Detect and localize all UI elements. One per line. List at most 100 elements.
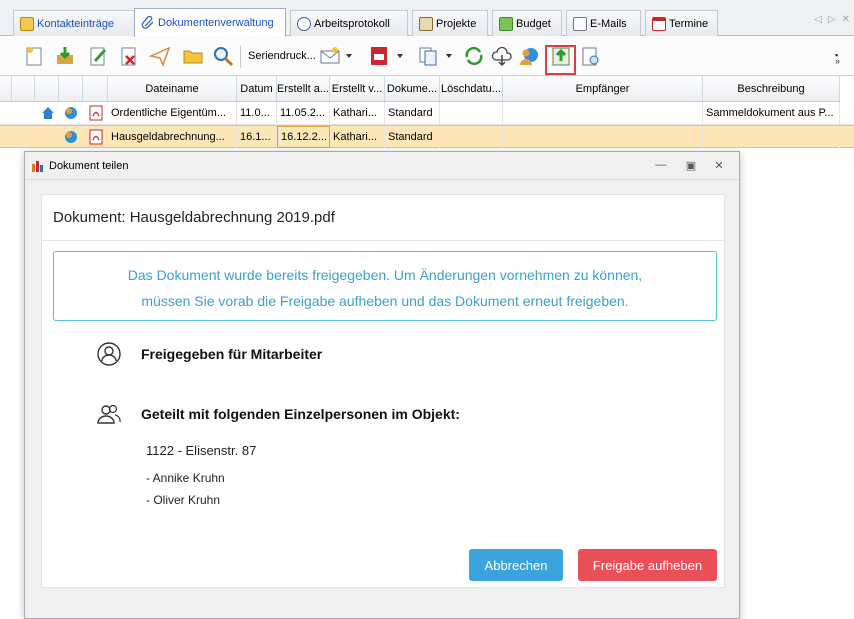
cell-dokumenttyp: Standard xyxy=(385,102,440,124)
cell-dateiname: Ordentliche Eigentüm... xyxy=(108,102,237,124)
delete-icon xyxy=(121,47,136,66)
paper-plane-icon xyxy=(149,46,171,67)
column-header-datum[interactable]: Datum xyxy=(237,76,277,102)
alert-line-1: Das Dokument wurde bereits freigegeben. … xyxy=(127,267,643,283)
projects-icon xyxy=(419,16,433,31)
cell-erstellt-am-focused[interactable]: 16.12.2... xyxy=(277,126,330,148)
users-icon xyxy=(97,404,121,424)
scroll-right-icon[interactable]: ▷ xyxy=(828,14,836,25)
contacts-icon xyxy=(20,16,34,31)
cell-erstellt-am: 11.05.2... xyxy=(277,102,330,124)
column-header-loeschdatum[interactable]: Löschdatu... xyxy=(440,76,503,102)
pdf-icon xyxy=(371,47,387,65)
revoke-share-button[interactable]: Freigabe aufheben xyxy=(578,549,717,581)
document-settings-icon xyxy=(582,47,599,66)
delete-document-button[interactable] xyxy=(117,44,141,68)
shared-globe-icon xyxy=(63,129,79,145)
column-header-erstellt-von[interactable]: Erstellt v... xyxy=(330,76,385,102)
cell-dokumenttyp: Standard xyxy=(385,126,440,148)
column-header-erstellt-am[interactable]: Erstellt a... xyxy=(277,76,330,102)
column-header-empfaenger[interactable]: Empfänger xyxy=(503,76,703,102)
close-tab-icon[interactable]: ✕ xyxy=(842,14,850,25)
budget-icon xyxy=(499,16,513,31)
cell-empfaenger xyxy=(503,102,703,124)
grid-header-icon-1 xyxy=(12,76,35,102)
cell-datum: 11.0... xyxy=(237,102,277,124)
users-globe-icon xyxy=(520,48,538,65)
cancel-button[interactable]: Abbrechen xyxy=(469,549,563,581)
mail-icon xyxy=(573,16,587,31)
serial-mail-button[interactable] xyxy=(318,44,342,68)
search-icon xyxy=(214,47,234,67)
copy-dropdown-arrow[interactable] xyxy=(446,54,452,58)
cell-dateiname: Hausgeldabrechnung... xyxy=(108,126,237,148)
tab-arbeitsprotokoll[interactable]: Arbeitsprotokoll xyxy=(290,10,408,36)
document-toolbar: Seriendruck... ▪» xyxy=(0,36,854,76)
shared-globe-icon xyxy=(63,105,79,121)
tab-projekte[interactable]: Projekte xyxy=(412,10,488,36)
copy-icon xyxy=(419,47,437,66)
import-document-button[interactable] xyxy=(53,44,77,68)
tab-kontakteintraege[interactable]: Kontakteinträge xyxy=(13,10,138,36)
clock-icon xyxy=(297,16,311,31)
app-logo-icon xyxy=(32,161,43,172)
cell-loeschdatum xyxy=(440,102,503,124)
cell-beschreibung: Sammeldokument aus P... xyxy=(703,102,840,124)
tab-budget[interactable]: Budget xyxy=(492,10,562,36)
copy-document-button[interactable] xyxy=(416,44,440,68)
cloud-download-button[interactable] xyxy=(490,44,514,68)
cell-loeschdatum xyxy=(440,126,503,148)
document-properties-button[interactable] xyxy=(578,44,602,68)
edit-document-button[interactable] xyxy=(86,44,110,68)
person-item: - Oliver Kruhn xyxy=(146,493,221,507)
close-icon[interactable]: ✕ xyxy=(712,158,726,172)
column-header-dokumenttyp[interactable]: Dokume... xyxy=(385,76,440,102)
person-item: - Annike Kruhn xyxy=(146,471,225,485)
cell-datum: 16.1... xyxy=(237,126,277,148)
table-row-selected[interactable]: Hausgeldabrechnung... 16.1... 16.12.2...… xyxy=(0,125,854,148)
cell-beschreibung xyxy=(703,126,840,148)
cell-erstellt-von: Kathari... xyxy=(330,126,385,148)
table-row[interactable]: Ordentliche Eigentüm... 11.0... 11.05.2.… xyxy=(0,102,854,125)
serial-mail-dropdown-arrow[interactable] xyxy=(346,54,352,58)
grid-header-indicator xyxy=(0,76,12,102)
send-document-button[interactable] xyxy=(148,44,172,68)
pdf-dropdown-arrow[interactable] xyxy=(397,54,403,58)
maximize-icon[interactable]: ▣ xyxy=(684,158,698,172)
column-header-beschreibung[interactable]: Beschreibung xyxy=(703,76,840,102)
new-document-button[interactable] xyxy=(22,44,46,68)
serial-print-label[interactable]: Seriendruck... xyxy=(248,50,316,62)
module-tab-strip: Kontakteinträge Dokumentenverwaltung Arb… xyxy=(0,0,854,37)
toolbar-overflow-icon[interactable]: ▪» xyxy=(835,51,840,66)
cell-empfaenger xyxy=(503,126,703,148)
already-shared-alert: Das Dokument wurde bereits freigegeben. … xyxy=(53,251,717,321)
dialog-title: Dokument teilen xyxy=(49,159,129,172)
grid-header-icon-4 xyxy=(83,76,108,102)
grid-header-icon-3 xyxy=(59,76,83,102)
paperclip-icon xyxy=(141,15,155,30)
tab-dokumentenverwaltung[interactable]: Dokumentenverwaltung xyxy=(134,8,286,37)
pdf-file-icon xyxy=(88,105,104,121)
column-header-dateiname[interactable]: Dateiname xyxy=(108,76,237,102)
tab-termine[interactable]: Termine xyxy=(645,10,718,36)
individuals-share-title: Geteilt mit folgenden Einzelpersonen im … xyxy=(141,406,460,422)
cloud-download-icon xyxy=(491,46,512,67)
toolbar-separator xyxy=(240,46,241,68)
open-folder-button[interactable] xyxy=(181,44,205,68)
minimize-icon[interactable]: — xyxy=(654,158,668,172)
search-button[interactable] xyxy=(211,44,235,68)
share-users-button[interactable] xyxy=(517,44,541,68)
pdf-export-button[interactable] xyxy=(367,44,391,68)
home-icon xyxy=(40,105,56,121)
calendar-icon xyxy=(652,16,666,31)
move-document-button[interactable] xyxy=(462,44,486,68)
user-icon xyxy=(97,342,121,366)
tab-e-mails[interactable]: E-Mails xyxy=(566,10,641,36)
import-icon xyxy=(57,47,73,64)
scroll-left-icon[interactable]: ◁ xyxy=(814,14,822,25)
new-document-icon xyxy=(26,47,42,66)
share-button-highlight xyxy=(545,45,576,75)
folder-icon xyxy=(183,50,203,64)
mail-icon xyxy=(320,47,340,64)
cell-erstellt-von: Kathari... xyxy=(330,102,385,124)
